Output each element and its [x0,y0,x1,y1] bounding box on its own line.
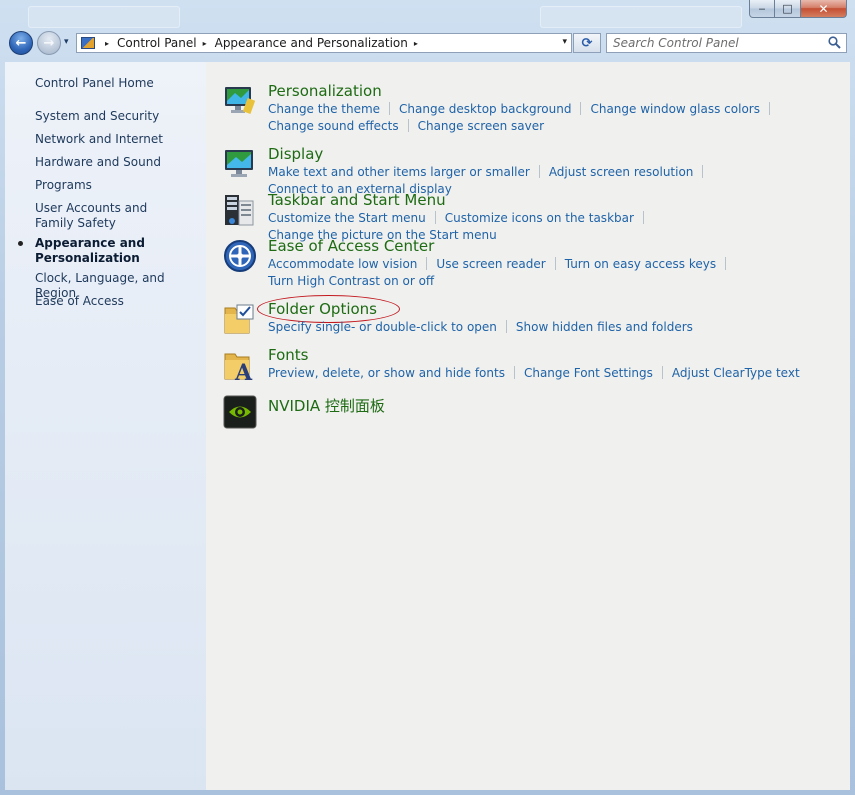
category-links-fonts: Preview, delete, or show and hide fonts C… [268,365,843,382]
caption-buttons: ‒ □ ✕ [749,0,847,18]
link-use-screen-reader[interactable]: Use screen reader [436,257,545,271]
link-change-font-settings[interactable]: Change Font Settings [524,366,653,380]
link-adjust-screen-resolution[interactable]: Adjust screen resolution [549,165,694,179]
category-title-taskbar-and-start-menu[interactable]: Taskbar and Start Menu [268,191,446,209]
sidebar: Control Panel Home System and Security N… [5,62,206,790]
refresh-button[interactable]: ⟳ [573,33,601,53]
breadcrumb-separator-icon[interactable]: ▸ [414,39,418,48]
category-links-folder-options: Specify single- or double-click to open S… [268,319,843,336]
link-separator [426,257,428,270]
link-separator [661,366,663,379]
category-title-nvidia[interactable]: NVIDIA 控制面板 [268,395,385,416]
maximize-button[interactable]: □ [775,0,801,18]
sidebar-item-network-and-internet[interactable]: Network and Internet [35,132,205,147]
link-separator [642,211,644,224]
link-separator [725,257,727,270]
sidebar-item-system-and-security[interactable]: System and Security [35,109,205,124]
link-specify-single-double-click[interactable]: Specify single- or double-click to open [268,320,497,334]
link-customize-taskbar-icons[interactable]: Customize icons on the taskbar [445,211,634,225]
active-item-bullet [18,241,23,246]
link-turn-on-easy-access-keys[interactable]: Turn on easy access keys [565,257,716,271]
link-separator [513,366,515,379]
link-preview-delete-fonts[interactable]: Preview, delete, or show and hide fonts [268,366,505,380]
recent-pages-dropdown[interactable]: ▾ [64,37,69,47]
link-separator [580,102,582,115]
category-links-ease-of-access: Accommodate low vision Use screen reader T… [268,256,843,290]
taskbar-start-menu-icon[interactable] [223,193,257,227]
address-bar[interactable]: ▸ Control Panel ▸ Appearance and Persona… [76,33,572,53]
personalization-monitor-icon[interactable] [223,84,257,118]
category-title-display[interactable]: Display [268,145,323,163]
window-frame: ‒ □ ✕ ← → ▾ ▸ Control Panel ▸ Appearance… [0,0,855,795]
link-adjust-cleartype[interactable]: Adjust ClearType text [672,366,800,380]
link-change-the-theme[interactable]: Change the theme [268,102,380,116]
link-customize-start-menu[interactable]: Customize the Start menu [268,211,426,225]
link-turn-high-contrast[interactable]: Turn High Contrast on or off [268,274,434,288]
link-change-desktop-background[interactable]: Change desktop background [399,102,571,116]
breadcrumb-separator-icon[interactable]: ▸ [105,39,109,48]
search-input[interactable] [607,36,823,50]
close-button[interactable]: ✕ [801,0,847,18]
link-separator [702,165,704,178]
search-box[interactable] [606,33,847,53]
link-change-sound-effects[interactable]: Change sound effects [268,119,399,133]
fonts-folder-icon[interactable]: A [223,348,257,386]
sidebar-item-ease-of-access[interactable]: Ease of Access [35,294,205,309]
category-title-fonts[interactable]: Fonts [268,346,308,364]
category-links-personalization: Change the theme Change desktop backgroun… [268,101,843,135]
ease-of-access-icon[interactable] [223,239,257,273]
sidebar-item-programs[interactable]: Programs [35,178,205,193]
background-window-tab [28,6,180,28]
link-show-hidden-files[interactable]: Show hidden files and folders [516,320,693,334]
control-panel-icon [81,37,95,49]
breadcrumb-separator-icon[interactable]: ▸ [203,39,207,48]
link-separator [768,102,770,115]
sidebar-item-hardware-and-sound[interactable]: Hardware and Sound [35,155,205,170]
link-separator [538,165,540,178]
address-dropdown-icon[interactable]: ▾ [562,37,567,47]
link-make-text-larger[interactable]: Make text and other items larger or smal… [268,165,530,179]
magnifier-icon[interactable] [828,36,841,53]
link-separator [407,119,409,132]
main-content: Personalization Change the theme Change d… [206,62,850,790]
link-separator [554,257,556,270]
link-separator [505,320,507,333]
link-change-screen-saver[interactable]: Change screen saver [418,119,545,133]
display-monitor-icon[interactable] [223,147,257,181]
link-change-window-glass-colors[interactable]: Change window glass colors [590,102,760,116]
category-title-ease-of-access-center[interactable]: Ease of Access Center [268,237,434,255]
breadcrumb-appearance-and-personalization[interactable]: Appearance and Personalization [215,36,408,50]
sidebar-item-user-accounts[interactable]: User Accounts and Family Safety [35,201,185,231]
sidebar-item-control-panel-home[interactable]: Control Panel Home [35,76,205,91]
link-accommodate-low-vision[interactable]: Accommodate low vision [268,257,417,271]
link-separator [434,211,436,224]
minimize-button[interactable]: ‒ [749,0,775,18]
sidebar-item-appearance-and-personalization[interactable]: Appearance and Personalization [35,236,155,266]
svg-text:A: A [234,360,253,382]
nvidia-icon[interactable] [223,395,257,429]
folder-options-icon[interactable] [223,302,257,336]
link-separator [389,102,391,115]
back-button[interactable]: ← [9,31,33,55]
category-title-folder-options[interactable]: Folder Options [268,300,377,318]
category-title-personalization[interactable]: Personalization [268,82,382,100]
background-window-tab [540,6,742,28]
breadcrumb-control-panel[interactable]: Control Panel [117,36,197,50]
forward-button[interactable]: → [37,31,61,55]
